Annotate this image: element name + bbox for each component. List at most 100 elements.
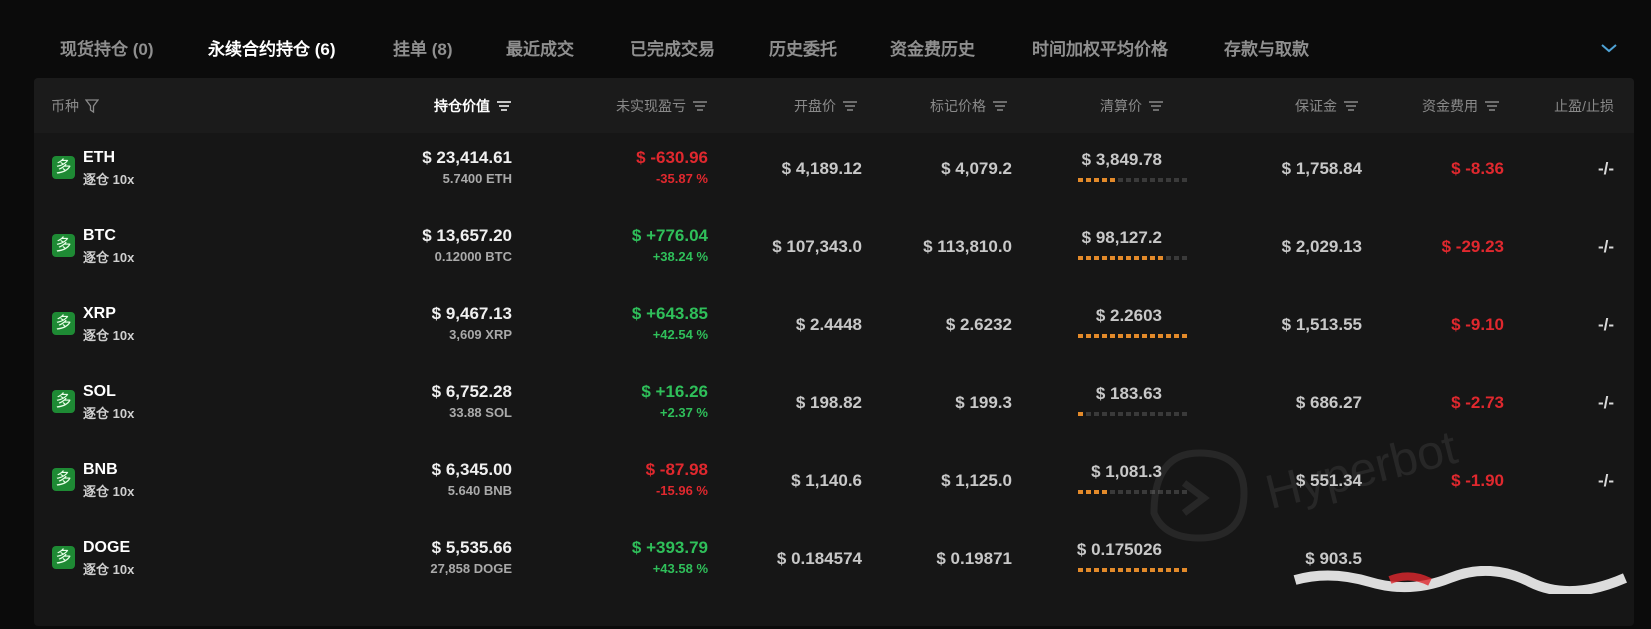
position-size: 3,609 XRP: [449, 327, 512, 342]
risk-segment: [1094, 334, 1099, 338]
margin-mode-label: 逐仓 10x: [83, 328, 135, 343]
tab-deposits-withdrawals[interactable]: 存款与取款: [1224, 35, 1309, 59]
coin-symbol[interactable]: BNB: [83, 461, 118, 479]
table-row[interactable]: 多 BNB 逐仓 10x $ 6,345.00 5.640 BNB $ -87.…: [34, 446, 1634, 528]
risk-segment: [1118, 334, 1123, 338]
entry-price: $ 2.4448: [795, 315, 862, 334]
header-margin[interactable]: 保证金: [1214, 96, 1359, 116]
header-liquidation-price[interactable]: 清算价: [1024, 96, 1164, 116]
tp-sl-value[interactable]: -/-: [1514, 159, 1614, 179]
long-side-badge: 多: [52, 312, 75, 335]
tab-open-orders[interactable]: 挂单 (8): [393, 35, 453, 59]
header-liquidation-price-label: 清算价: [1100, 98, 1142, 114]
tp-sl-value[interactable]: -/-: [1514, 237, 1614, 257]
risk-segment: [1078, 178, 1083, 182]
tp-sl-value[interactable]: -/-: [1514, 315, 1614, 335]
risk-segment: [1110, 178, 1115, 182]
risk-segment: [1150, 256, 1155, 260]
margin-value: $ 551.34: [1295, 471, 1362, 490]
tab-recent-trades[interactable]: 最近成交: [506, 35, 574, 59]
liquidation-risk-bar: [1078, 178, 1187, 182]
liquidation-price: $ 1,081.3: [1091, 462, 1162, 481]
risk-segment: [1078, 568, 1083, 572]
unrealized-pnl-percent: +2.37 %: [659, 405, 708, 420]
long-side-badge: 多: [52, 234, 75, 257]
tab-twap[interactable]: 时间加权平均价格: [1032, 35, 1168, 59]
coin-symbol[interactable]: BTC: [83, 227, 116, 245]
unrealized-pnl: $ -87.98: [645, 460, 708, 479]
funding-fee: $ -29.23: [1441, 237, 1504, 256]
positions-table: 币种 持仓价值 未实现盈亏 开盘价 标记价格 清算价 保证金 资金费用 止盈/止…: [34, 78, 1634, 626]
risk-segment: [1142, 334, 1147, 338]
risk-segment: [1142, 490, 1147, 494]
tab-order-history[interactable]: 历史委托: [769, 35, 837, 59]
risk-segment: [1102, 256, 1107, 260]
tab-perp-positions[interactable]: 永续合约持仓 (6): [208, 35, 336, 59]
risk-segment: [1158, 490, 1163, 494]
tab-funding-history[interactable]: 资金费历史: [890, 35, 975, 59]
sort-icon[interactable]: [1484, 100, 1500, 112]
liquidation-risk-bar: [1078, 568, 1187, 572]
risk-segment: [1158, 412, 1163, 416]
table-row[interactable]: 多 XRP 逐仓 10x $ 9,467.13 3,609 XRP $ +643…: [34, 290, 1634, 372]
table-row[interactable]: 多 ETH 逐仓 10x $ 23,414.61 5.7400 ETH $ -6…: [34, 134, 1634, 216]
coin-symbol[interactable]: SOL: [83, 383, 116, 401]
risk-segment: [1150, 334, 1155, 338]
sort-icon[interactable]: [842, 100, 858, 112]
header-mark-price[interactable]: 标记价格: [874, 96, 1008, 116]
table-header: 币种 持仓价值 未实现盈亏 开盘价 标记价格 清算价 保证金 资金费用 止盈/止…: [34, 78, 1634, 133]
header-position-value[interactable]: 持仓价值: [350, 96, 512, 116]
chevron-down-icon[interactable]: [1600, 42, 1618, 54]
risk-segment: [1166, 334, 1171, 338]
risk-segment: [1094, 568, 1099, 572]
risk-segment: [1078, 490, 1083, 494]
table-row[interactable]: 多 BTC 逐仓 10x $ 13,657.20 0.12000 BTC $ +…: [34, 212, 1634, 294]
risk-segment: [1094, 412, 1099, 416]
mark-price: $ 113,810.0: [923, 237, 1012, 256]
table-row[interactable]: 多 SOL 逐仓 10x $ 6,752.28 33.88 SOL $ +16.…: [34, 368, 1634, 450]
risk-segment: [1134, 412, 1139, 416]
liquidation-price: $ 0.175026: [1076, 540, 1162, 559]
sort-icon[interactable]: [1148, 100, 1164, 112]
risk-segment: [1142, 412, 1147, 416]
sort-icon[interactable]: [496, 100, 512, 112]
coin-symbol[interactable]: XRP: [83, 305, 116, 323]
margin-mode-label: 逐仓 10x: [83, 406, 135, 421]
risk-segment: [1086, 334, 1091, 338]
liquidation-risk-bar: [1078, 334, 1187, 338]
risk-segment: [1166, 256, 1171, 260]
sort-icon[interactable]: [692, 100, 708, 112]
header-unrealized-pnl[interactable]: 未实现盈亏: [534, 96, 708, 116]
risk-segment: [1182, 490, 1187, 494]
header-coin[interactable]: 币种: [51, 96, 99, 116]
risk-segment: [1126, 568, 1131, 572]
filter-icon[interactable]: [85, 98, 99, 114]
coin-symbol[interactable]: DOGE: [83, 539, 130, 557]
header-funding-fee[interactable]: 资金费用: [1364, 96, 1500, 116]
tab-completed-trades[interactable]: 已完成交易: [630, 35, 715, 59]
margin-mode-label: 逐仓 10x: [83, 250, 135, 265]
risk-segment: [1078, 334, 1083, 338]
header-entry-price[interactable]: 开盘价: [724, 96, 858, 116]
tp-sl-value[interactable]: -/-: [1514, 393, 1614, 413]
sort-icon[interactable]: [992, 100, 1008, 112]
risk-segment: [1142, 568, 1147, 572]
coin-symbol[interactable]: ETH: [83, 149, 115, 167]
risk-segment: [1086, 568, 1091, 572]
mark-price: $ 2.6232: [945, 315, 1012, 334]
risk-segment: [1174, 412, 1179, 416]
sort-icon[interactable]: [1343, 100, 1359, 112]
unrealized-pnl-percent: -35.87 %: [655, 171, 708, 186]
tab-spot-positions[interactable]: 现货持仓 (0): [60, 35, 154, 59]
mark-price: $ 0.19871: [936, 549, 1012, 568]
tp-sl-value[interactable]: -/-: [1514, 471, 1614, 491]
risk-segment: [1158, 178, 1163, 182]
margin-value: $ 1,513.55: [1281, 315, 1362, 334]
risk-segment: [1182, 568, 1187, 572]
mark-price: $ 1,125.0: [941, 471, 1012, 490]
risk-segment: [1174, 334, 1179, 338]
risk-segment: [1102, 178, 1107, 182]
liquidation-price: $ 98,127.2: [1081, 228, 1162, 247]
liquidation-risk-bar: [1078, 256, 1187, 260]
risk-segment: [1150, 568, 1155, 572]
